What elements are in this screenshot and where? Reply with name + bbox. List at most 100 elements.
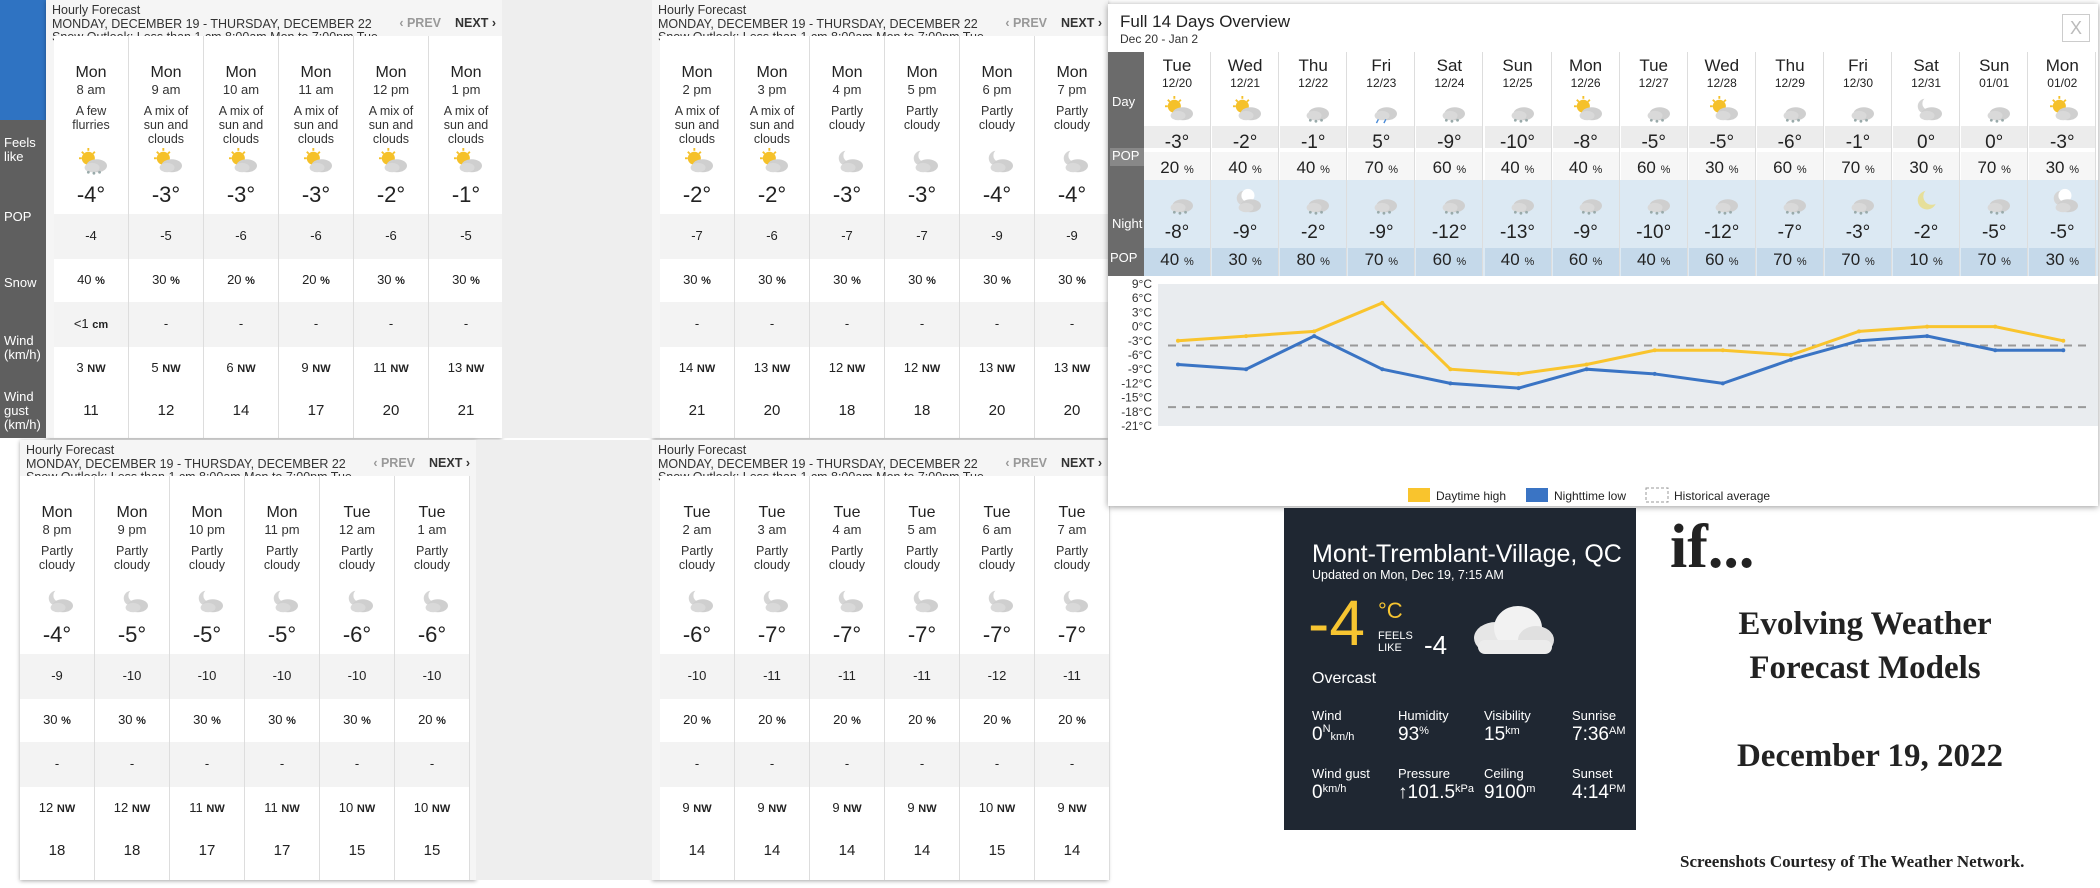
close-button[interactable]: X: [2062, 14, 2090, 42]
data-point: [1720, 348, 1725, 353]
prev-button[interactable]: ‹ PREV: [373, 456, 415, 470]
blue-background-edge: [0, 0, 46, 120]
moon-cloud-icon: [269, 588, 299, 616]
label-day: Day: [1112, 94, 1136, 109]
day-date: 12/23: [1366, 76, 1397, 90]
day-of-week: Tue: [1639, 56, 1669, 75]
next-button[interactable]: NEXT ›: [429, 456, 470, 470]
snow-cloud-icon: [1300, 96, 1330, 123]
hour-snow: <1 cm: [73, 316, 109, 331]
hour-column: Mon 9 am A mix of sun and clouds -3° -5 30 % -…: [129, 36, 204, 438]
hour-wind: 12 NW: [113, 800, 151, 815]
day-of-week: Thu: [1775, 56, 1805, 75]
hour-gust: 14: [1063, 842, 1081, 859]
hour-feels: -12: [987, 668, 1007, 683]
hour-day: Mon: [375, 64, 407, 81]
moon-cloud-icon: [2049, 188, 2079, 213]
hour-time: 2 am: [682, 522, 712, 537]
label-night: Night: [1112, 216, 1143, 231]
hour-gust: 21: [688, 402, 706, 419]
night-pop: 30 %: [1228, 250, 1262, 269]
y-tick-label: -21°C: [1121, 419, 1152, 433]
day-pop: 40 %: [1296, 158, 1330, 177]
moon-cloud-icon: [344, 588, 374, 616]
night-low: -3°: [1845, 222, 1871, 243]
if-heading: if...: [1670, 513, 1755, 581]
day-high: -2°: [1232, 132, 1258, 153]
next-button[interactable]: NEXT ›: [1061, 16, 1102, 30]
next-button[interactable]: NEXT ›: [1061, 456, 1102, 470]
day-date: 12/29: [1774, 76, 1805, 90]
next-button[interactable]: NEXT ›: [455, 16, 496, 30]
hour-feels: -10: [272, 668, 292, 683]
hour-column: Tue 3 am Partly cloudy -7° -11 20 % - 9 NW 14: [735, 476, 810, 880]
night-low: -8°: [1164, 222, 1190, 243]
hour-feels: -6: [235, 228, 247, 243]
hour-temp: -3°: [226, 182, 256, 207]
hour-condition: Partly cloudy: [753, 544, 791, 572]
feels-like-value: -4: [1424, 630, 1448, 660]
hour-feels: -5: [160, 228, 172, 243]
snow-cloud-icon: [1368, 188, 1398, 215]
hour-time: 10 pm: [188, 522, 226, 537]
hour-wind: 11 NW: [264, 800, 300, 815]
day-date: 12/31: [1911, 76, 1942, 90]
day-high: -3°: [1164, 132, 1190, 153]
sunrise-value: 7:36AM: [1572, 724, 1626, 745]
day-pop: 60 %: [1773, 158, 1807, 177]
hour-temp: -4°: [42, 622, 72, 647]
day-high: -5°: [1709, 132, 1735, 153]
moon-cloud-icon: [119, 588, 149, 616]
hour-condition: A mix of sun and clouds: [443, 104, 489, 146]
night-pop: 70 %: [1773, 250, 1807, 269]
hour-gust: 20: [988, 402, 1006, 419]
prev-button[interactable]: ‹ PREV: [1005, 16, 1047, 30]
hour-column: Tue 12 am Partly cloudy -6° -10 30 % - 10 NW 15: [320, 476, 395, 880]
hour-column: Mon 7 pm Partly cloudy -4° -9 30 % - 13 NW 20: [1035, 36, 1110, 438]
hour-gust: 17: [307, 402, 325, 419]
hour-pop: 30 %: [683, 272, 711, 287]
wind-value: 0Nkm/h: [1312, 723, 1355, 745]
day-pop: 60 %: [1636, 158, 1671, 177]
row-label-feels: Feels like: [4, 135, 36, 164]
day-of-week: Fri: [1371, 56, 1392, 75]
hour-snow: -: [844, 756, 850, 771]
hour-day: Tue: [1058, 504, 1086, 521]
day-column: Mon 12/26 -8° 40 % -9° 60 %: [1552, 52, 1620, 276]
hour-column: Tue 7 am Partly cloudy -7° -11 20 % - 9 NW 14: [1035, 476, 1110, 880]
sun-cloud-icon: [303, 148, 333, 176]
visibility-label: Visibility: [1484, 708, 1531, 723]
hour-column: Mon 9 pm Partly cloudy -5° -10 30 % - 12 NW 18: [95, 476, 170, 880]
data-point: [1448, 381, 1453, 386]
hour-feels: -10: [197, 668, 217, 683]
data-point: [1584, 367, 1589, 372]
hour-temp: -6°: [342, 622, 372, 647]
snow-cloud-icon: [1641, 188, 1670, 215]
hour-gust: 15: [423, 842, 441, 859]
data-point: [1516, 386, 1521, 391]
gray-gap-2: [476, 440, 652, 880]
hour-column: Mon 4 pm Partly cloudy -3° -7 30 % - 12 NW 18: [810, 36, 885, 438]
hour-pop: 30 %: [268, 712, 296, 727]
day-column: Sun 01/01 0° 70 % -5° 70 %: [1961, 52, 2029, 276]
hour-gust: 12: [157, 402, 175, 419]
hour-feels: -4: [85, 228, 97, 243]
wind-label: Wind: [1312, 708, 1342, 723]
prev-button[interactable]: ‹ PREV: [399, 16, 441, 30]
hour-gust: 21: [457, 402, 475, 419]
sunrise-label: Sunrise: [1572, 708, 1617, 723]
sun-cloud-icon: [378, 148, 408, 176]
legend-swatch: [1408, 488, 1430, 502]
moon-cloud-icon: [984, 588, 1014, 616]
moon-cloud-icon: [1059, 588, 1089, 616]
visibility-value: 15km: [1484, 724, 1520, 745]
hour-feels: -10: [347, 668, 367, 683]
hour-day: Tue: [343, 504, 371, 521]
prev-button[interactable]: ‹ PREV: [1005, 456, 1047, 470]
hour-wind: 13 NW: [447, 360, 485, 375]
article-date: December 19, 2022: [1736, 738, 2004, 774]
hour-pop: 30 %: [43, 712, 71, 727]
hour-time: 7 am: [1057, 522, 1087, 537]
hour-wind: 9 NW: [682, 800, 712, 815]
day-date: 12/28: [1706, 76, 1737, 90]
